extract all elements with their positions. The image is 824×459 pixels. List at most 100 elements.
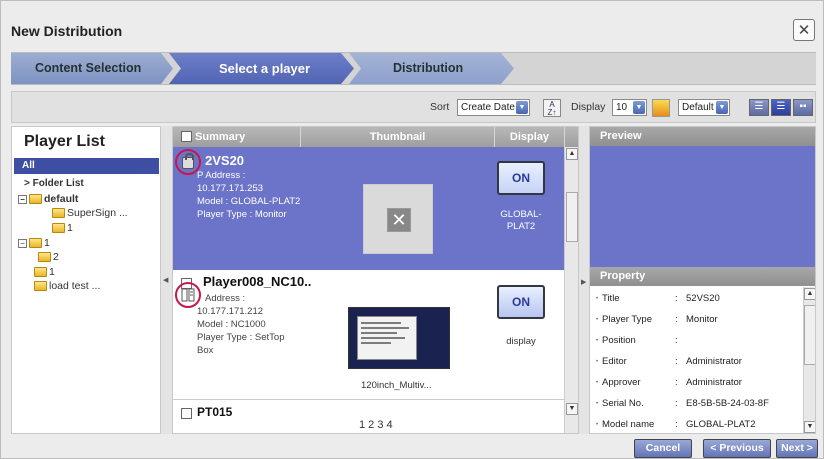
column-display[interactable]: Display — [495, 127, 565, 147]
select-all-checkbox[interactable] — [181, 131, 192, 142]
player-list-title: Player List — [24, 133, 105, 150]
folder-icon — [52, 223, 65, 233]
chevron-down-icon: ▼ — [716, 101, 728, 114]
thumbnail-caption: 120inch_Multiv... — [361, 380, 432, 391]
tree-item-1-group[interactable]: − 1 — [18, 237, 50, 249]
folder-icon — [29, 238, 42, 248]
row-checkbox[interactable] — [181, 408, 192, 419]
property-row: Approver: Administrator — [590, 373, 802, 393]
cancel-button[interactable]: Cancel — [634, 439, 692, 458]
property-key: Player Type — [596, 310, 652, 330]
chevron-right-icon: ▶ — [581, 279, 587, 286]
folder-icon — [34, 267, 47, 277]
tree-item-supersign[interactable]: SuperSign ... — [52, 207, 128, 219]
sort-select[interactable]: Create Date ▼ — [457, 99, 530, 116]
player-info: Address : — [205, 292, 245, 305]
property-key: Serial No. — [596, 394, 644, 414]
list-view-icon[interactable]: ☰ — [749, 99, 769, 116]
table-header: Summary Thumbnail Display — [173, 127, 578, 147]
theme-select-value: Default — [682, 102, 714, 113]
property-scrollbar[interactable]: ▲ ▼ — [803, 287, 815, 433]
collapse-icon[interactable]: − — [18, 194, 27, 204]
display-name: display — [506, 336, 536, 347]
property-value: E8-5B-5B-24-03-8F — [686, 398, 769, 409]
display-count-select[interactable]: 10 ▼ — [612, 99, 647, 116]
scroll-down-icon[interactable]: ▼ — [566, 403, 578, 415]
scroll-down-icon[interactable]: ▼ — [804, 421, 815, 433]
folder-icon — [38, 252, 51, 262]
column-thumbnail[interactable]: Thumbnail — [301, 127, 495, 147]
scroll-up-icon[interactable]: ▲ — [566, 148, 578, 160]
property-value: Administrator — [686, 356, 742, 367]
step-content-selection[interactable]: Content Selection — [11, 53, 173, 84]
right-panel-toggle[interactable]: ▶ — [579, 126, 589, 434]
table-row[interactable]: Player008_NC10.. Address : 10.177.171.21… — [173, 270, 578, 400]
tree-item-load-test[interactable]: load test ... — [34, 280, 100, 292]
property-value: GLOBAL-PLAT2 — [686, 419, 756, 430]
screenshot-line — [361, 342, 391, 344]
tree-item-1[interactable]: 1 — [52, 222, 73, 234]
player-name: Player008_NC10.. — [203, 274, 312, 289]
column-summary-label: Summary — [195, 131, 246, 143]
player-name: PT015 — [197, 405, 233, 419]
property-row: Editor: Administrator — [590, 352, 802, 372]
player-model: Model : NC1000 — [197, 319, 266, 330]
tree-item-label: default — [44, 193, 79, 205]
step-select-player[interactable]: Select a player — [169, 53, 354, 84]
tree-item-label: load test ... — [49, 280, 101, 292]
sort-az-icon[interactable]: A Z↑ — [543, 99, 561, 117]
wizard-steps: Content Selection Distribution Select a … — [11, 52, 816, 85]
table-scrollbar[interactable]: ▲ ▼ — [564, 147, 578, 433]
player-type: Player Type : Monitor — [197, 209, 287, 220]
collapse-icon[interactable]: − — [18, 238, 27, 248]
close-button[interactable]: ✕ — [793, 19, 815, 41]
table-row[interactable]: 2VS20 P Address : 10.177.171.253 Model :… — [173, 147, 578, 270]
player-name: 2VS20 — [205, 153, 245, 168]
folder-list-link[interactable]: > Folder List — [24, 178, 84, 189]
player-ip-label: P Address : — [197, 170, 246, 181]
property-key: Model name — [596, 415, 654, 433]
property-header: Property — [590, 267, 815, 286]
new-distribution-dialog: New Distribution ✕ Content Selection Dis… — [0, 0, 824, 459]
thumbnail-image[interactable] — [348, 307, 450, 369]
pagination[interactable]: 1 2 3 4 — [359, 419, 393, 431]
display-on-button[interactable]: ON — [497, 285, 545, 319]
chevron-down-icon: ▼ — [516, 101, 528, 114]
scroll-up-icon[interactable]: ▲ — [804, 288, 815, 300]
property-row: Player Type: Monitor — [590, 310, 802, 330]
thumbnail-icon[interactable] — [652, 99, 670, 117]
property-row: Position: — [590, 331, 802, 351]
display-count-value: 10 — [616, 102, 628, 113]
scroll-thumb[interactable] — [566, 192, 578, 242]
tree-item-default[interactable]: − default — [18, 193, 78, 205]
display-on-button[interactable]: ON — [497, 161, 545, 195]
device-icon — [181, 288, 195, 302]
tree-item-all[interactable]: All — [14, 158, 159, 174]
scroll-thumb[interactable] — [804, 305, 815, 365]
left-panel-toggle[interactable]: ◀ — [161, 126, 172, 434]
thumbnail-placeholder: ✕ — [363, 184, 433, 254]
next-button[interactable]: Next > — [776, 439, 818, 458]
previous-button[interactable]: < Previous — [703, 439, 771, 458]
player-type-cont: Box — [197, 345, 214, 356]
player-table: Summary Thumbnail Display 2VS20 P Addres… — [172, 126, 579, 434]
theme-select[interactable]: Default ▼ — [678, 99, 730, 116]
dialog-title: New Distribution — [11, 23, 123, 39]
property-row: Model name: GLOBAL-PLAT2 — [590, 415, 802, 433]
tree-item-label: 2 — [53, 251, 59, 263]
player-info-details: 10.177.171.212 Model : NC1000 Player Typ… — [197, 305, 285, 357]
grid-view-icon[interactable]: ▪▪ — [793, 99, 813, 116]
sort-label: Sort — [430, 101, 450, 113]
player-type: Player Type : SetTop — [197, 332, 285, 343]
tree-item-2[interactable]: 2 — [38, 251, 59, 263]
chevron-down-icon: ▼ — [633, 101, 645, 114]
display-name: GLOBAL-PLAT2 — [500, 209, 542, 232]
tree-item-label: 1 — [44, 237, 50, 249]
tree-item-1b[interactable]: 1 — [34, 266, 55, 278]
detail-view-icon[interactable]: ☰ — [771, 99, 791, 116]
property-value: Monitor — [686, 314, 718, 325]
tree-item-label: SuperSign ... — [67, 207, 128, 219]
column-summary[interactable]: Summary — [173, 127, 301, 147]
step-distribution[interactable]: Distribution — [349, 53, 514, 84]
player-info: P Address : 10.177.171.253 Model : GLOBA… — [197, 169, 300, 221]
